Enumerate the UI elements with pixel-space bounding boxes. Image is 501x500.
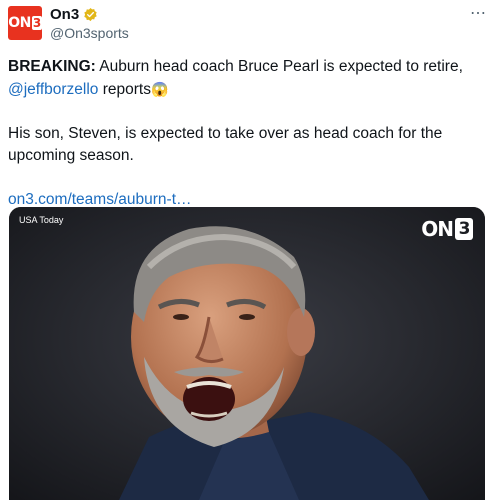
- reports-text: reports: [98, 81, 151, 98]
- avatar[interactable]: ON 3: [8, 6, 42, 40]
- article-link[interactable]: on3.com/teams/auburn-t…: [8, 191, 192, 208]
- avatar-logo-text: ON 3: [8, 15, 42, 31]
- tweet-card: ON 3 On3 @On3sports ⋯ BREAKING: Auburn he…: [0, 0, 501, 500]
- photo-illustration: [9, 207, 485, 500]
- verified-badge-icon: [83, 7, 98, 22]
- breaking-label: BREAKING:: [8, 58, 96, 75]
- more-options-icon[interactable]: ⋯: [470, 6, 487, 22]
- screaming-face-emoji: 😱: [150, 81, 169, 97]
- handle[interactable]: @On3sports: [50, 25, 129, 41]
- photo-credit: USA Today: [19, 215, 64, 225]
- display-name[interactable]: On3: [50, 6, 79, 23]
- mention-link[interactable]: @jeffborzello: [8, 81, 98, 98]
- tweet-paragraph-2: His son, Steven, is expected to take ove…: [8, 125, 443, 164]
- tweet-text: BREAKING: Auburn head coach Bruce Pearl …: [8, 56, 478, 211]
- on3-watermark-logo: ON 3: [421, 217, 473, 241]
- name-row: On3: [50, 6, 98, 23]
- tweet-line1-text: Auburn head coach Bruce Pearl is expecte…: [95, 58, 463, 75]
- tweet-media-photo[interactable]: USA Today ON 3: [9, 207, 485, 500]
- tweet-paragraph-1: BREAKING: Auburn head coach Bruce Pearl …: [8, 56, 478, 101]
